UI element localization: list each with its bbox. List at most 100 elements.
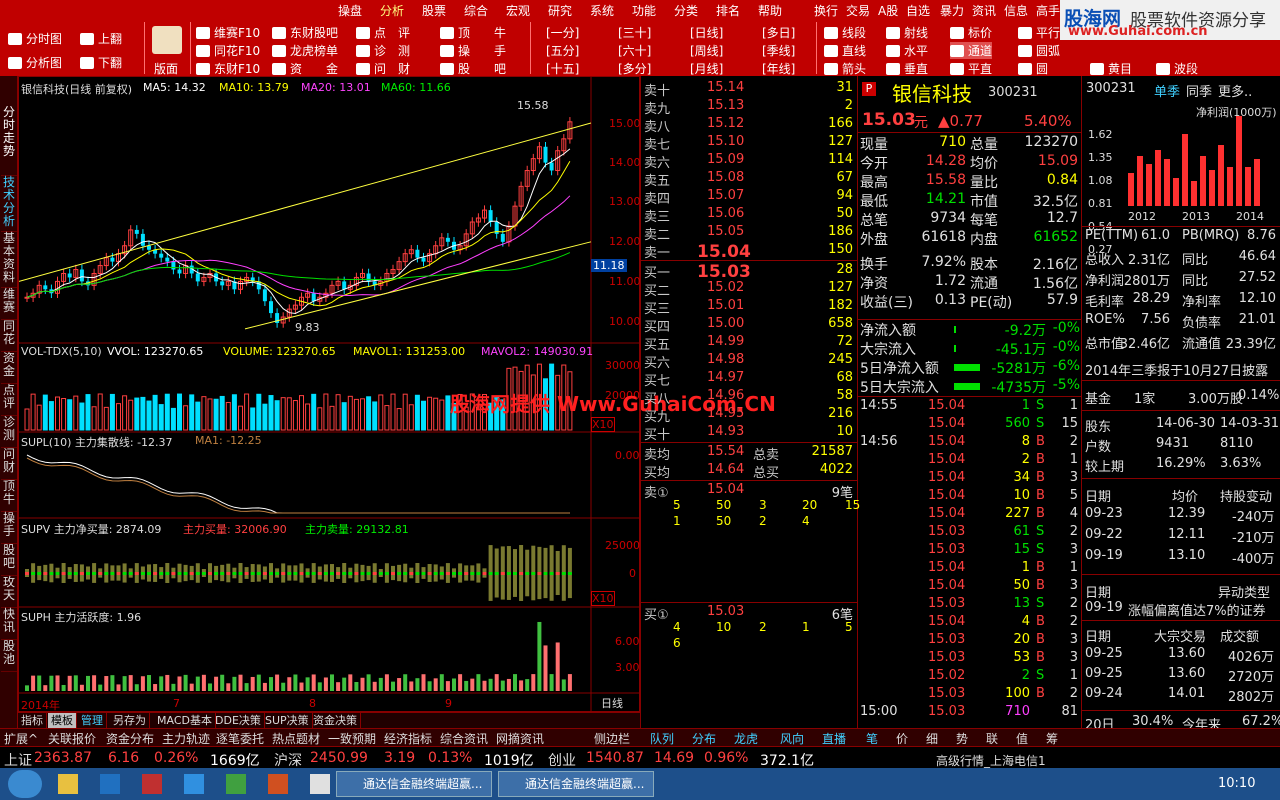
- menu-right-item[interactable]: 换行: [814, 2, 838, 19]
- tab-manage[interactable]: 管理: [78, 713, 107, 729]
- app-icon[interactable]: [310, 774, 330, 794]
- menu-right-item[interactable]: 资讯: [972, 2, 996, 19]
- c1-dianping[interactable]: 点 评: [356, 24, 410, 41]
- period-year[interactable]: [年线]: [762, 60, 795, 77]
- app-icon[interactable]: [184, 774, 204, 794]
- draw-price[interactable]: 标价: [950, 24, 992, 41]
- menu-right-item[interactable]: 暴力: [940, 2, 964, 19]
- draw-wave[interactable]: 波段: [1156, 60, 1198, 77]
- ask-row[interactable]: 卖十 15.14 31: [641, 80, 857, 99]
- bottom-tab[interactable]: 直播: [822, 730, 846, 747]
- draw-arc[interactable]: 圆弧: [1018, 42, 1060, 59]
- period-1min[interactable]: [一分]: [546, 24, 579, 41]
- tab-macd[interactable]: MACD基本: [154, 713, 216, 729]
- bottom-tab[interactable]: 龙虎: [734, 730, 758, 747]
- draw-horizontal[interactable]: 水平: [886, 42, 928, 59]
- bid-row[interactable]: 买四 15.00 658: [641, 316, 857, 335]
- menu-item[interactable]: 宏观: [506, 2, 530, 19]
- ask-row[interactable]: 卖三 15.06 50: [641, 206, 857, 225]
- bid-row[interactable]: 买五 14.99 72: [641, 334, 857, 353]
- sidebar-item-fundamental[interactable]: 基本资料: [1, 232, 17, 288]
- bottom-tab[interactable]: 风向: [780, 730, 804, 747]
- menu-right-item[interactable]: 交易: [846, 2, 870, 19]
- media-icon[interactable]: [142, 774, 162, 794]
- draw-flat[interactable]: 平直: [950, 60, 992, 77]
- app-icon[interactable]: [268, 774, 288, 794]
- intraday-button[interactable]: 分时图: [8, 30, 62, 47]
- tab-sup[interactable]: SUP决策: [262, 713, 313, 729]
- menu-item[interactable]: 综合: [464, 2, 488, 19]
- sidebar-item-zijin[interactable]: 资金: [1, 352, 17, 384]
- ask-row[interactable]: 卖八 15.12 166: [641, 116, 857, 135]
- task-button[interactable]: 通达信金融终端超赢...: [336, 771, 492, 797]
- page-down-button[interactable]: 下翻: [80, 54, 122, 71]
- menu-item[interactable]: 操盘: [338, 2, 362, 19]
- page-up-button[interactable]: 上翻: [80, 30, 122, 47]
- tab-indicator[interactable]: 指标: [18, 713, 47, 729]
- sidebar-item-caoshou[interactable]: 操手: [1, 512, 17, 544]
- f10-tab[interactable]: 更多..: [1218, 81, 1252, 100]
- sidebar-item-technical[interactable]: 技术分析: [1, 176, 17, 232]
- c2-dingniu[interactable]: 顶 牛: [440, 24, 506, 41]
- tab-dde[interactable]: DDE决策: [212, 713, 265, 729]
- draw-vertical[interactable]: 垂直: [886, 60, 928, 77]
- period-quarter[interactable]: [季线]: [762, 42, 795, 59]
- draw-golden[interactable]: 黄目: [1090, 60, 1132, 77]
- info-tab[interactable]: 势: [956, 730, 968, 747]
- sidebar-item-tonghua[interactable]: 同花: [1, 320, 17, 352]
- bottom-tab[interactable]: 资金分布: [106, 730, 154, 747]
- info-tab[interactable]: 价: [896, 730, 908, 747]
- draw-parallel[interactable]: 平行: [1018, 24, 1060, 41]
- tab-template[interactable]: 模板: [48, 713, 77, 729]
- f10-weisai[interactable]: 维赛F10: [196, 24, 260, 41]
- menu-right-item[interactable]: A股: [878, 2, 898, 19]
- ask-row[interactable]: 卖四 15.07 94: [641, 188, 857, 207]
- analysis-chart-button[interactable]: 分析图: [8, 54, 62, 71]
- tab-saveas[interactable]: 另存为: [110, 713, 150, 729]
- bottom-tab[interactable]: 网摘资讯: [496, 730, 544, 747]
- list-longhu[interactable]: 龙虎榜单: [272, 42, 338, 59]
- layout-icon[interactable]: [152, 26, 182, 54]
- bottom-tab[interactable]: 综合资讯: [440, 730, 488, 747]
- sidebar-item-weisai[interactable]: 维赛: [1, 288, 17, 320]
- bottom-tab[interactable]: 关联报价: [48, 730, 96, 747]
- period-day[interactable]: [日线]: [690, 24, 723, 41]
- bottom-tab[interactable]: 经济指标: [384, 730, 432, 747]
- draw-segment[interactable]: 线段: [824, 24, 866, 41]
- c1-wencai[interactable]: 问 财: [356, 60, 410, 77]
- explorer-icon[interactable]: [58, 774, 78, 794]
- f10-tab[interactable]: 同季: [1186, 81, 1212, 100]
- draw-arrow[interactable]: 箭头: [824, 60, 866, 77]
- f10-dongcai[interactable]: 东财F10: [196, 60, 260, 77]
- menu-item[interactable]: 排名: [716, 2, 740, 19]
- period-month[interactable]: [月线]: [690, 60, 723, 77]
- ask-row[interactable]: 卖七 15.10 127: [641, 134, 857, 153]
- menu-item[interactable]: 研究: [548, 2, 572, 19]
- sidebar-item-guchi[interactable]: 股池: [1, 640, 17, 672]
- task-button[interactable]: 通达信金融终端超赢...: [498, 771, 654, 797]
- tab-zijin[interactable]: 资金决策: [310, 713, 361, 729]
- menu-item[interactable]: 功能: [632, 2, 656, 19]
- ask-row[interactable]: 卖一 15.04 150: [641, 242, 857, 262]
- period-15min[interactable]: [十五]: [546, 60, 579, 77]
- sidebar-item-kuaixun[interactable]: 快讯: [1, 608, 17, 640]
- info-tab[interactable]: 笔: [866, 730, 878, 747]
- draw-line[interactable]: 直线: [824, 42, 866, 59]
- period-60min[interactable]: [六十]: [618, 42, 651, 59]
- bid-row[interactable]: 买九 14.95 216: [641, 406, 857, 425]
- period-30min[interactable]: [三十]: [618, 24, 651, 41]
- menu-item[interactable]: 分类: [674, 2, 698, 19]
- bid-row[interactable]: 买八 14.96 58: [641, 388, 857, 407]
- list-guba[interactable]: 东财股吧: [272, 24, 338, 41]
- bid-row[interactable]: 买六 14.98 245: [641, 352, 857, 371]
- bottom-tab[interactable]: 侧边栏: [594, 730, 630, 747]
- bottom-tab[interactable]: 逐笔委托: [216, 730, 264, 747]
- draw-circle[interactable]: 圆: [1018, 60, 1048, 77]
- app-icon[interactable]: [226, 774, 246, 794]
- bottom-tab[interactable]: 队列: [650, 730, 674, 747]
- bid-row[interactable]: 买一 15.03 28: [641, 262, 857, 282]
- menu-item[interactable]: 帮助: [758, 2, 782, 19]
- sidebar-item-dianping[interactable]: 点评: [1, 384, 17, 416]
- ask-row[interactable]: 卖九 15.13 2: [641, 98, 857, 117]
- info-tab[interactable]: 值: [1016, 730, 1028, 747]
